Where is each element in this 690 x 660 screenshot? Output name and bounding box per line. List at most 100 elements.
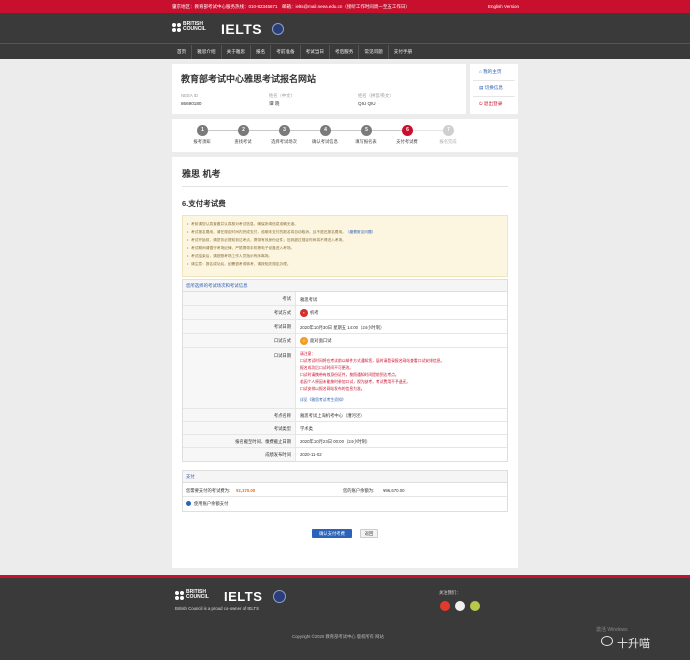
table-row: 考试 雅思考试 bbox=[183, 292, 507, 306]
type-value: 学术类 bbox=[300, 426, 313, 431]
page-title: 雅思 机考 bbox=[182, 169, 221, 179]
oral-note: 报名成功后口试时间不可更改。 bbox=[300, 366, 354, 370]
notice-item: 考试结束后，请按照考场工作人员指示有序离场。 bbox=[187, 254, 272, 259]
british-council-dots-icon bbox=[172, 22, 181, 32]
exam-info-table: 您所选择的考试场次和考试信息 考试 雅思考试 考试方式 ▪ 机考 考试日期 202… bbox=[182, 279, 508, 462]
notice-item: 请注意：报名成功后，如需退考或转考，请按相关规定办理。 bbox=[187, 262, 291, 267]
nav-intro[interactable]: 雅思介绍 bbox=[191, 45, 220, 59]
nav-register[interactable]: 报名 bbox=[249, 45, 270, 59]
my-home-link[interactable]: ⌂ 我的主页 bbox=[479, 69, 501, 75]
site-header-card: 教育部考试中心雅思考试报名网站 NEEA ID 86690180 姓名（中文） … bbox=[172, 64, 466, 114]
menu-divider bbox=[473, 96, 515, 97]
table-row: 成绩发布时间 2020-11-02 bbox=[183, 448, 507, 461]
mode-label: 考试方式 bbox=[183, 306, 296, 319]
weibo-watermark-icon bbox=[601, 636, 613, 646]
venue-label: 考点名称 bbox=[183, 409, 296, 421]
oral-mode-value: ☺ 面对面口试 bbox=[300, 337, 331, 345]
oral-mode-label: 口试方式 bbox=[183, 334, 296, 347]
exam-value: 雅思考试 bbox=[300, 297, 318, 302]
contact-info: 肇京地区：教育部考试中心服务热线：010-82345671 邮箱：ielts@m… bbox=[172, 4, 410, 9]
section-title: 6.支付考试费 bbox=[182, 199, 226, 208]
payment-total-value: ¥2,170.00 bbox=[236, 488, 256, 493]
nav-test-day[interactable]: 考试当日 bbox=[299, 45, 329, 59]
ielts-logo[interactable]: IELTS bbox=[221, 21, 262, 37]
logout-label: 退出登录 bbox=[483, 101, 503, 106]
deadline-label: 报名截至时间、缴费截止日期 bbox=[183, 435, 296, 447]
brand-bar: BRITISH COUNCIL IELTS bbox=[0, 13, 690, 43]
switch-info-link[interactable]: ▤ 切换信息 bbox=[479, 85, 503, 91]
british-council-dots-icon bbox=[175, 590, 184, 600]
notice-item: 考前请您认真查看并认真核对考试信息，确保所填信息准确无误。 bbox=[187, 222, 298, 227]
nav-about[interactable]: 关于雅思 bbox=[220, 45, 250, 59]
payment-content: 雅思 机考 6.支付考试费 考前请您认真查看并认真核对考试信息，确保所填信息准确… bbox=[172, 157, 518, 568]
step-1-label: 报考须知 bbox=[193, 139, 211, 144]
date-label: 考试日期 bbox=[183, 320, 296, 333]
table-row: 报名截至时间、缴费截止日期 2020年10月23日 00:00（24小时制） bbox=[183, 435, 507, 448]
wechat-icon[interactable] bbox=[470, 601, 480, 611]
step-3-marker: 3 bbox=[279, 125, 290, 136]
british-council-logo[interactable]: BRITISH COUNCIL bbox=[172, 22, 206, 32]
deadline-value: 2020年10月23日 00:00（24小时制） bbox=[300, 439, 371, 444]
chinese-name-value: 谭 晓 bbox=[269, 101, 280, 106]
oral-note: 若因个人原因未能按时参加口试，视为缺考，考试费用不予退还。 bbox=[300, 380, 411, 384]
oral-mode-value-text: 面对面口试 bbox=[310, 338, 332, 344]
my-home-label: 我的主页 bbox=[483, 69, 502, 74]
table-row: 口试方式 ☺ 面对面口试 bbox=[183, 334, 507, 348]
oral-date-label: 口试日期 bbox=[183, 348, 296, 408]
qq-icon[interactable] bbox=[455, 601, 465, 611]
switch-icon: ▤ bbox=[479, 85, 484, 90]
payment-total-label: 您需要支付的考试费为: bbox=[186, 488, 231, 493]
footer-british-council-logo: BRITISH COUNCIL bbox=[175, 590, 209, 600]
candidate-notice-link[interactable]: 详见《雅思考试考生须知》 bbox=[300, 398, 346, 403]
account-balance-value: ¥96,670.00 bbox=[383, 488, 405, 493]
table-row: 考点名称 雅思考试上海机考中心（漕河泾） bbox=[183, 409, 507, 422]
step-7-label: 报名完成 bbox=[439, 139, 457, 144]
exam-info-header: 您所选择的考试场次和考试信息 bbox=[183, 280, 507, 292]
exam-label: 考试 bbox=[183, 292, 296, 305]
nav-prepare[interactable]: 考前准备 bbox=[270, 45, 299, 59]
type-label: 考试类型 bbox=[183, 422, 296, 434]
table-row: 考试方式 ▪ 机考 bbox=[183, 306, 507, 320]
step-6-label: 支付考试费 bbox=[396, 139, 418, 144]
payment-faq-link[interactable]: （缴费常见问题） bbox=[346, 230, 376, 234]
result-date-value: 2020-11-02 bbox=[300, 452, 322, 457]
step-7-marker: 7 bbox=[443, 125, 454, 136]
nav-faq[interactable]: 常见问题 bbox=[358, 45, 387, 59]
date-value: 2020年10月30日 星期五 14:00（24小时制） bbox=[300, 325, 385, 330]
oral-note-title: 请注意： bbox=[300, 352, 316, 356]
result-date-label: 成绩发布时间 bbox=[183, 448, 296, 461]
home-icon: ⌂ bbox=[479, 69, 482, 74]
neea-id-value: 86690180 bbox=[181, 101, 202, 106]
oral-note: 口试时请携带有效身份证件，按照通知时间提前到达考点。 bbox=[300, 373, 399, 377]
chinese-name-label: 姓名（中文） bbox=[269, 93, 295, 98]
payment-amount-row: 您需要支付的考试费为: ¥2,170.00 您的账户余额为: ¥96,670.0… bbox=[183, 483, 507, 497]
notice-item: 考试开始前，请您务必提前到达考点，携带有效身份证件；迟到超过规定时间将不得进入考… bbox=[187, 238, 346, 243]
weibo-icon[interactable] bbox=[440, 601, 450, 611]
step-4-label: 确认考试信息 bbox=[312, 139, 338, 144]
use-balance-radio[interactable] bbox=[186, 501, 191, 506]
nav-payment-manual[interactable]: 支付手册 bbox=[387, 45, 417, 59]
footer-ielts-logo: IELTS bbox=[224, 589, 263, 604]
confirm-payment-button[interactable]: 确认支付考费 bbox=[312, 529, 352, 538]
footer-bc-line-2: COUNCIL bbox=[186, 594, 209, 600]
top-utility-bar: 肇京地区：教育部考试中心服务热线：010-82345671 邮箱：ielts@m… bbox=[0, 0, 690, 13]
back-button[interactable]: 返回 bbox=[360, 529, 378, 538]
english-version-link[interactable]: English Version bbox=[488, 4, 519, 9]
copyright: Copyright ©2020 教育部考试中心 版权所有 网站 bbox=[292, 634, 384, 639]
progress-line-todo bbox=[407, 130, 448, 131]
neea-seal-icon bbox=[272, 23, 284, 35]
switch-info-label: 切换信息 bbox=[484, 85, 504, 90]
neea-id-label: NEEA ID bbox=[181, 93, 198, 98]
step-4-marker: 4 bbox=[320, 125, 331, 136]
menu-divider bbox=[473, 80, 515, 81]
step-1-marker: 1 bbox=[197, 125, 208, 136]
nav-after-test[interactable]: 考后服务 bbox=[328, 45, 358, 59]
nav-home[interactable]: 首页 bbox=[172, 45, 191, 59]
step-2-label: 查找考试 bbox=[234, 139, 252, 144]
venue-value: 雅思考试上海机考中心（漕河泾） bbox=[300, 413, 365, 418]
pinyin-name-label: 姓名（拼音/英文） bbox=[358, 93, 394, 98]
account-balance-label: 您的账户余额为: bbox=[343, 488, 375, 493]
logout-link[interactable]: ⏻ 退出登录 bbox=[479, 101, 502, 107]
mode-value: ▪ 机考 bbox=[300, 309, 319, 317]
payment-header: 支付 bbox=[183, 471, 507, 483]
